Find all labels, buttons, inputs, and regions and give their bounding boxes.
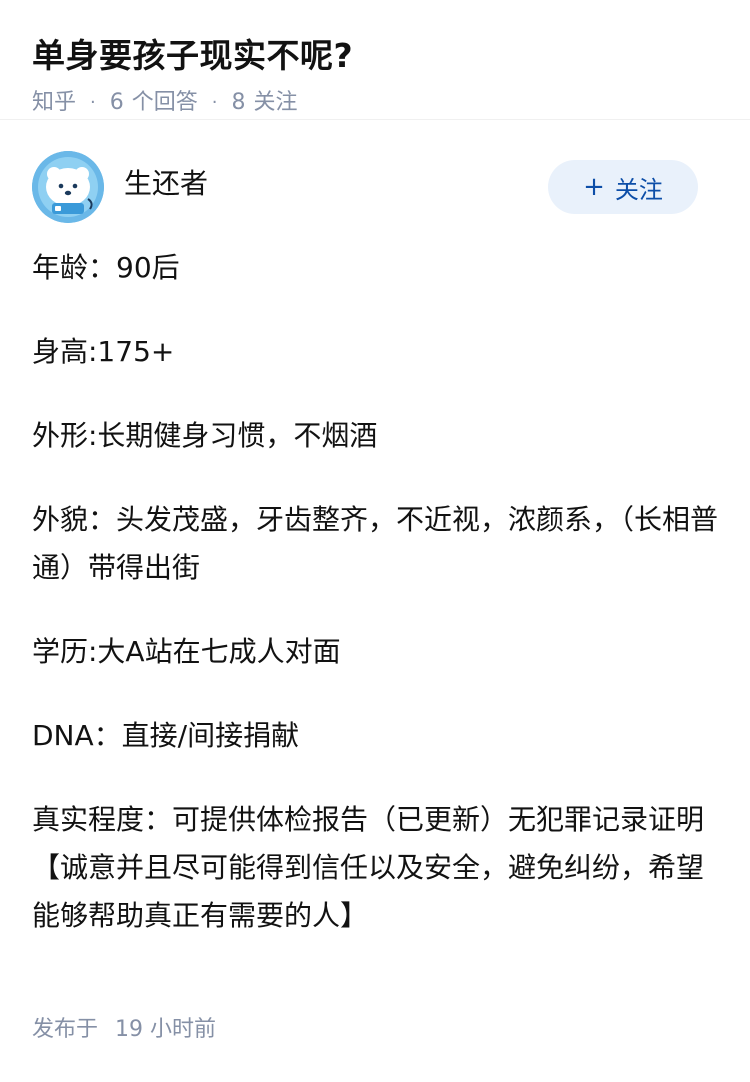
follow-button[interactable]: + 关注 [548, 160, 698, 214]
answer-count: 6 [109, 90, 124, 115]
publish-label: 发布于 [32, 1017, 99, 1042]
follow-button-label: 关注 [614, 175, 663, 204]
question-header: 单身要孩子现实不呢? 知乎 · 6 个回答 · 8 关注 [0, 0, 750, 120]
meta-separator: · [211, 92, 218, 113]
answer-paragraph-authenticity: 真实程度：可提供体检报告（已更新）无犯罪记录证明【诚意并且尽可能得到信任以及安全… [32, 803, 705, 932]
question-meta: 知乎 · 6 个回答 · 8 关注 [32, 86, 718, 120]
publish-time: 发布于 19 小时前 [32, 1013, 216, 1047]
answer-paragraph-appearance: 外貌：头发茂盛，牙齿整齐，不近视，浓颜系，（长相普通）带得出街 [32, 503, 719, 584]
meta-separator: · [90, 92, 96, 113]
author-avatar[interactable] [32, 151, 104, 223]
answer-paragraph-education: 学历:大A站在七成人对面 [32, 635, 341, 668]
follower-count-label[interactable]: 关注 [254, 86, 298, 120]
plus-icon: + [583, 172, 605, 202]
author-name[interactable]: 生还者 [124, 164, 208, 204]
publish-time-value: 19 小时前 [115, 1017, 217, 1042]
question-title[interactable]: 单身要孩子现实不呢? [32, 30, 718, 82]
author-row: 生还者 + 关注 [32, 150, 718, 258]
answer-card: 生还者 + 关注 年龄：90后 身高:175+ 外形:长期健身习惯，不烟酒 外貌… [0, 150, 750, 940]
cartoon-avatar-icon [32, 151, 104, 223]
answer-count-label[interactable]: 个回答 [132, 86, 198, 120]
source-label[interactable]: 知乎 [32, 86, 76, 120]
answer-paragraph-physique: 外形:长期健身习惯，不烟酒 [32, 419, 378, 452]
follower-count: 8 [231, 90, 246, 115]
answer-paragraph-height: 身高:175+ [32, 335, 175, 368]
answer-body: 年龄：90后 身高:175+ 外形:长期健身习惯，不烟酒 外貌：头发茂盛，牙齿整… [32, 244, 718, 940]
answer-paragraph-dna: DNA：直接/间接捐献 [32, 719, 300, 752]
